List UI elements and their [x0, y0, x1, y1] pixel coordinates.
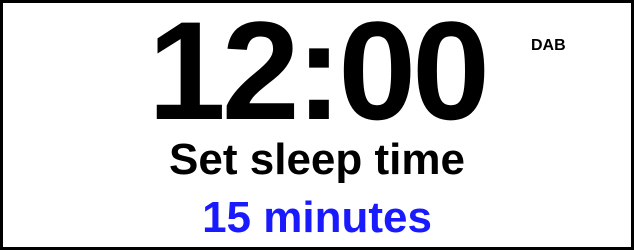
menu-prompt: Set sleep time — [169, 135, 465, 184]
sleep-time-value[interactable]: 15 minutes — [3, 193, 631, 243]
clock-time: 12:00 — [147, 0, 490, 149]
radio-display-screen: 12:00 DAB Set sleep time 15 minutes — [0, 0, 634, 250]
source-indicator: DAB — [531, 37, 566, 54]
